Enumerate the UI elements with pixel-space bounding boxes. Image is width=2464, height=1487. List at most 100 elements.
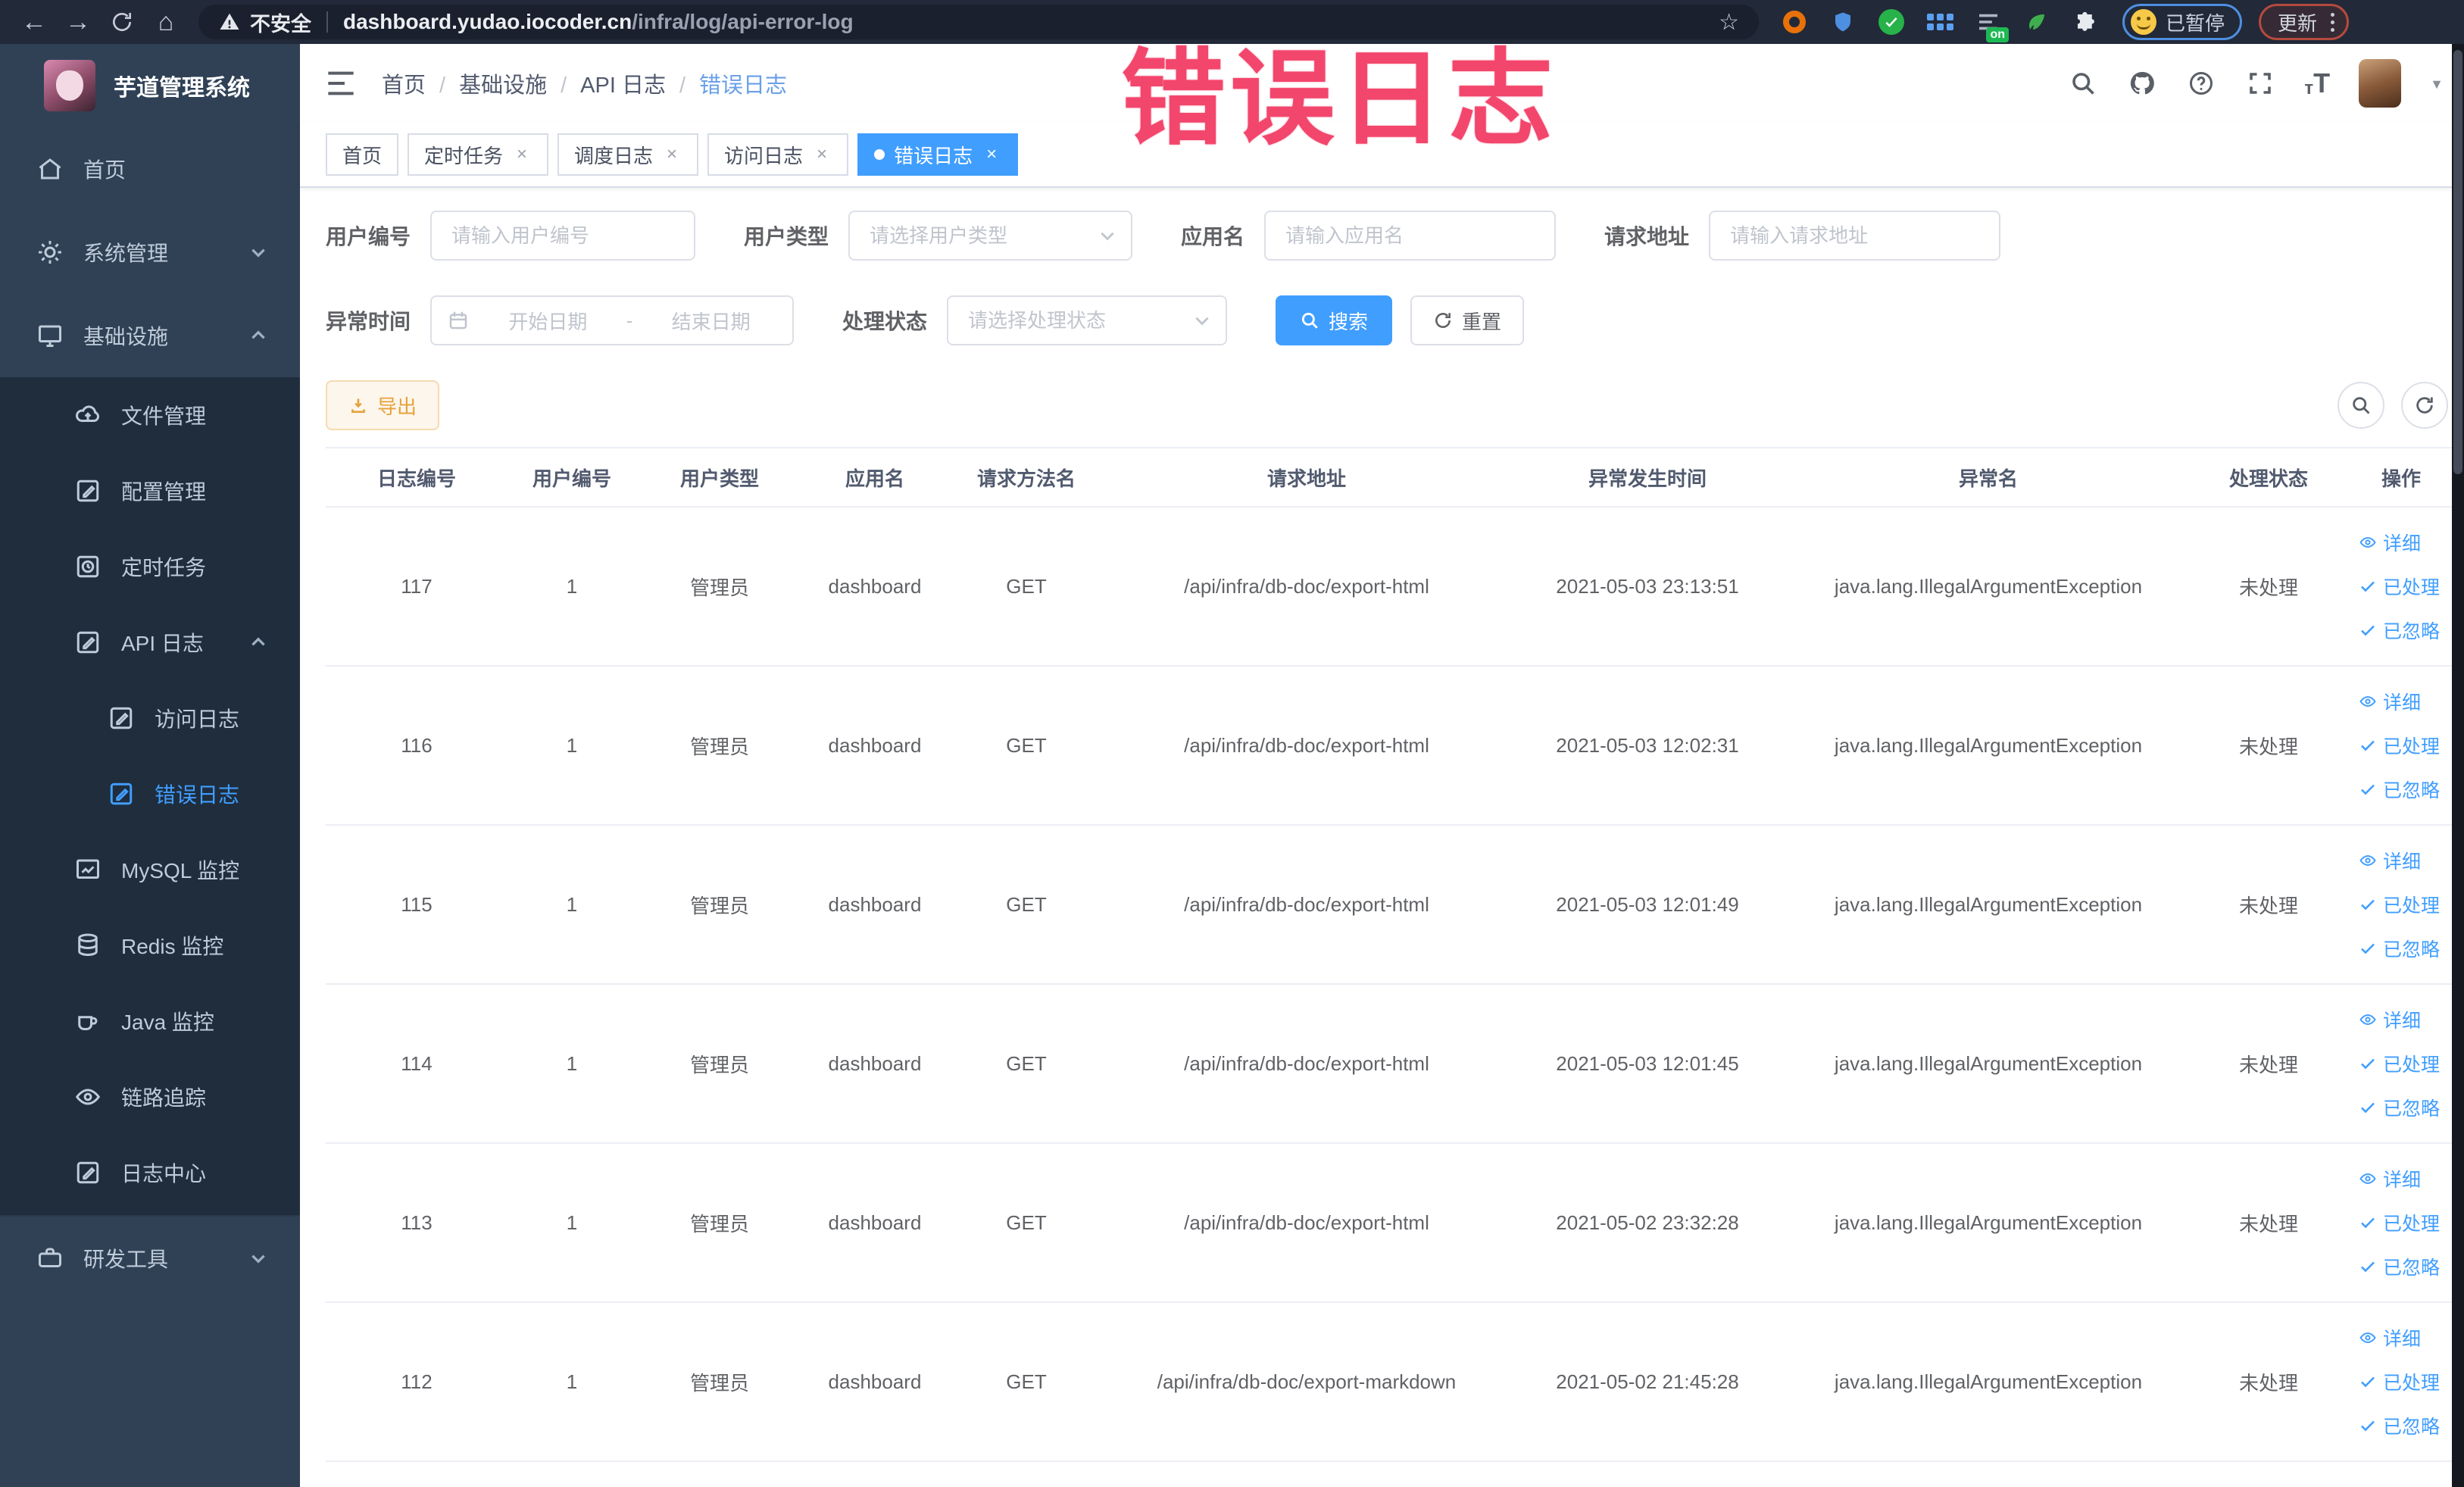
close-icon[interactable] [662,145,682,164]
extension-orange-icon[interactable] [1780,8,1809,36]
mark-ignored-link[interactable]: 已忽略 [2359,617,2440,644]
sidebar-item-trace[interactable]: 链路追踪 [0,1059,300,1135]
search-icon [2353,397,2370,414]
sidebar-item-config-management[interactable]: 配置管理 [0,453,300,529]
detail-link[interactable]: 详细 [2359,1324,2421,1351]
mark-processed-link[interactable]: 已处理 [2359,1368,2440,1395]
github-icon[interactable] [2127,68,2157,98]
chevron-down-icon [251,248,265,258]
user-type-select[interactable] [848,211,1133,261]
mark-ignored-link[interactable]: 已忽略 [2359,1253,2440,1280]
extension-shield-icon[interactable] [1828,8,1857,36]
refresh-icon [2416,397,2433,414]
browser-back-button[interactable]: ← [12,5,56,39]
check-icon [2361,1217,2375,1229]
sidebar-item-dev-tools[interactable]: 研发工具 [0,1217,300,1300]
user-id-label: 用户编号 [326,225,411,248]
tab-scheduled-tasks[interactable]: 定时任务 [408,133,549,176]
browser-reload-button[interactable] [100,5,144,39]
mark-ignored-link[interactable]: 已忽略 [2359,776,2440,803]
sidebar-item-access-log[interactable]: 访问日志 [0,680,300,756]
coffee-icon [74,1007,101,1035]
detail-link[interactable]: 详细 [2359,1165,2421,1192]
sidebar-item-file-management[interactable]: 文件管理 [0,377,300,453]
table-toolbar: 导出 [326,380,2454,430]
extension-check-icon[interactable] [1877,8,1906,36]
export-button[interactable]: 导出 [326,380,440,430]
sidebar-item-redis-monitor[interactable]: Redis 监控 [0,908,300,983]
user-type-label: 用户类型 [744,225,829,248]
browser-scrollbar[interactable] [2452,44,2464,1487]
mark-ignored-link[interactable]: 已忽略 [2359,935,2440,962]
scrollbar-thumb[interactable] [2453,50,2462,474]
close-icon[interactable] [512,145,532,164]
download-icon [351,398,365,413]
mark-processed-link[interactable]: 已处理 [2359,573,2440,600]
range-separator: - [626,308,633,332]
security-label[interactable]: 不安全 [250,8,311,37]
tab-schedule-log[interactable]: 调度日志 [557,133,699,176]
browser-forward-button[interactable]: → [56,5,100,39]
request-url-input[interactable] [1709,211,2001,261]
close-icon[interactable] [812,145,832,164]
user-avatar[interactable] [2359,59,2402,108]
extension-grid-icon[interactable] [1925,8,1954,36]
extensions-puzzle-icon[interactable] [2071,8,2100,36]
refresh-table-button[interactable] [2401,382,2448,429]
search-icon[interactable] [2068,68,2098,98]
mark-processed-link[interactable]: 已处理 [2359,891,2440,918]
detail-link[interactable]: 详细 [2359,529,2421,556]
breadcrumb-error-log: 错误日志 [666,67,787,99]
status-text: 未处理 [2238,735,2298,758]
detail-link[interactable]: 详细 [2359,1006,2421,1033]
extension-lines-icon[interactable]: on [1974,8,2009,42]
browser-menu-icon[interactable] [2331,12,2335,32]
tab-access-log[interactable]: 访问日志 [707,133,849,176]
tab-home[interactable]: 首页 [326,133,399,176]
font-size-icon[interactable] [2304,67,2330,99]
sidebar-item-system-management[interactable]: 系统管理 [0,211,300,294]
sidebar-item-log-center[interactable]: 日志中心 [0,1135,300,1211]
mark-ignored-link[interactable]: 已忽略 [2359,1412,2440,1439]
mark-processed-link[interactable]: 已处理 [2359,732,2440,759]
caret-down-icon[interactable] [2430,73,2444,93]
mark-processed-link[interactable]: 已处理 [2359,1050,2440,1077]
sidebar-item-error-log[interactable]: 错误日志 [0,756,300,832]
process-status-select[interactable] [947,295,1228,345]
reload-icon [113,13,131,31]
header-icons [2068,59,2444,108]
app-name-input[interactable] [1264,211,1557,261]
mark-processed-link[interactable]: 已处理 [2359,1209,2440,1236]
bookmark-star-icon[interactable]: ☆ [1719,9,1739,36]
date-range-picker[interactable]: 开始日期 - 结束日期 [430,295,795,345]
check-icon [2361,1420,2375,1432]
sidebar-item-java-monitor[interactable]: Java 监控 [0,983,300,1059]
user-id-input[interactable] [430,211,696,261]
sidebar-item-home[interactable]: 首页 [0,127,300,211]
status-text: 未处理 [2238,1053,2298,1076]
search-button[interactable]: 搜索 [1276,295,1393,345]
sidebar-item-infrastructure[interactable]: 基础设施 [0,294,300,377]
extension-leaf-icon[interactable] [2022,8,2051,36]
sidebar-logo-row[interactable]: 芋道管理系统 [0,44,300,127]
reset-button[interactable]: 重置 [1410,295,1525,345]
toggle-search-button[interactable] [2338,382,2384,429]
detail-link[interactable]: 详细 [2359,847,2421,874]
browser-update-button[interactable]: 更新 [2259,4,2350,40]
mark-ignored-link[interactable]: 已忽略 [2359,1094,2440,1121]
log-icon [108,780,135,808]
breadcrumb-infrastructure[interactable]: 基础设施 [426,67,547,99]
hamburger-icon[interactable] [326,70,356,96]
detail-link[interactable]: 详细 [2359,688,2421,715]
help-icon[interactable] [2186,68,2216,98]
profile-paused-badge[interactable]: 已暂停 [2122,4,2243,40]
browser-home-button[interactable]: ⌂ [144,5,188,39]
sidebar-item-api-log[interactable]: API 日志 [0,604,300,680]
sidebar-item-mysql-monitor[interactable]: MySQL 监控 [0,832,300,908]
fullscreen-icon[interactable] [2245,68,2275,98]
sidebar-item-scheduled-tasks[interactable]: 定时任务 [0,529,300,604]
tab-error-log[interactable]: 错误日志 [857,133,1019,176]
breadcrumb-home[interactable]: 首页 [382,67,426,99]
close-icon[interactable] [982,145,1001,164]
breadcrumb-api-log[interactable]: API 日志 [547,67,666,99]
